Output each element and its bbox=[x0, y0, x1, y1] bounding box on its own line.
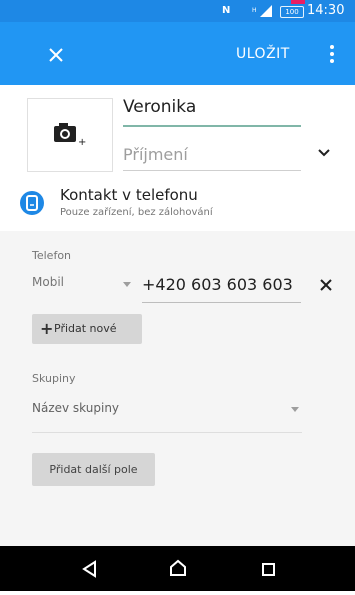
phone-account-icon bbox=[20, 191, 44, 215]
account-subtitle: Pouze zařízení, bez zálohování bbox=[60, 207, 213, 218]
status-bar: N H 100 14:30 bbox=[0, 0, 355, 22]
more-vert-icon[interactable] bbox=[324, 41, 340, 67]
phone-number-underline bbox=[142, 302, 301, 303]
battery-icon: 100 bbox=[280, 6, 304, 18]
contact-photo-button[interactable]: + bbox=[27, 98, 113, 172]
close-icon bbox=[49, 48, 63, 62]
groups-section-label: Skupiny bbox=[32, 372, 76, 385]
group-dropdown-icon[interactable] bbox=[291, 407, 299, 412]
first-name-underline bbox=[123, 125, 301, 127]
account-selector[interactable]: Kontakt v telefonu Pouze zařízení, bez z… bbox=[0, 179, 355, 229]
back-button[interactable] bbox=[58, 546, 118, 591]
remove-phone-icon[interactable] bbox=[318, 277, 334, 293]
chevron-down-icon[interactable] bbox=[316, 145, 332, 161]
home-icon bbox=[170, 559, 186, 576]
signal-icon: H bbox=[252, 5, 272, 17]
add-phone-button[interactable]: + Přidat nové bbox=[32, 314, 142, 344]
group-select[interactable]: Název skupiny bbox=[32, 401, 119, 415]
add-phone-label: Přidat nové bbox=[54, 322, 117, 335]
svg-text:+: + bbox=[78, 137, 86, 148]
add-photo-icon: + bbox=[54, 123, 86, 148]
recents-button[interactable] bbox=[238, 546, 298, 591]
phone-type-select[interactable]: Mobil bbox=[32, 275, 64, 289]
back-icon bbox=[82, 560, 96, 578]
notification-indicator bbox=[291, 0, 305, 4]
last-name-field[interactable]: Příjmení bbox=[123, 145, 188, 164]
plus-icon: + bbox=[40, 319, 54, 338]
save-button[interactable]: ULOŽIT bbox=[236, 41, 290, 67]
phone-number-field[interactable]: +420 603 603 603 bbox=[142, 275, 293, 294]
svg-text:H: H bbox=[252, 7, 257, 14]
navigation-bar bbox=[0, 546, 355, 591]
recents-icon bbox=[262, 563, 275, 576]
first-name-field[interactable]: Veronika bbox=[123, 97, 196, 117]
home-button[interactable] bbox=[148, 546, 208, 591]
phone-type-dropdown-icon[interactable] bbox=[123, 282, 131, 287]
close-button[interactable] bbox=[40, 39, 72, 71]
app-bar: ULOŽIT bbox=[0, 22, 355, 85]
group-underline bbox=[32, 432, 302, 433]
phone-section-label: Telefon bbox=[32, 249, 72, 262]
last-name-underline bbox=[123, 170, 301, 171]
nfc-icon: N bbox=[222, 5, 231, 16]
account-title: Kontakt v telefonu bbox=[60, 186, 198, 204]
status-time: 14:30 bbox=[307, 3, 345, 18]
add-field-button[interactable]: Přidat další pole bbox=[32, 453, 155, 486]
